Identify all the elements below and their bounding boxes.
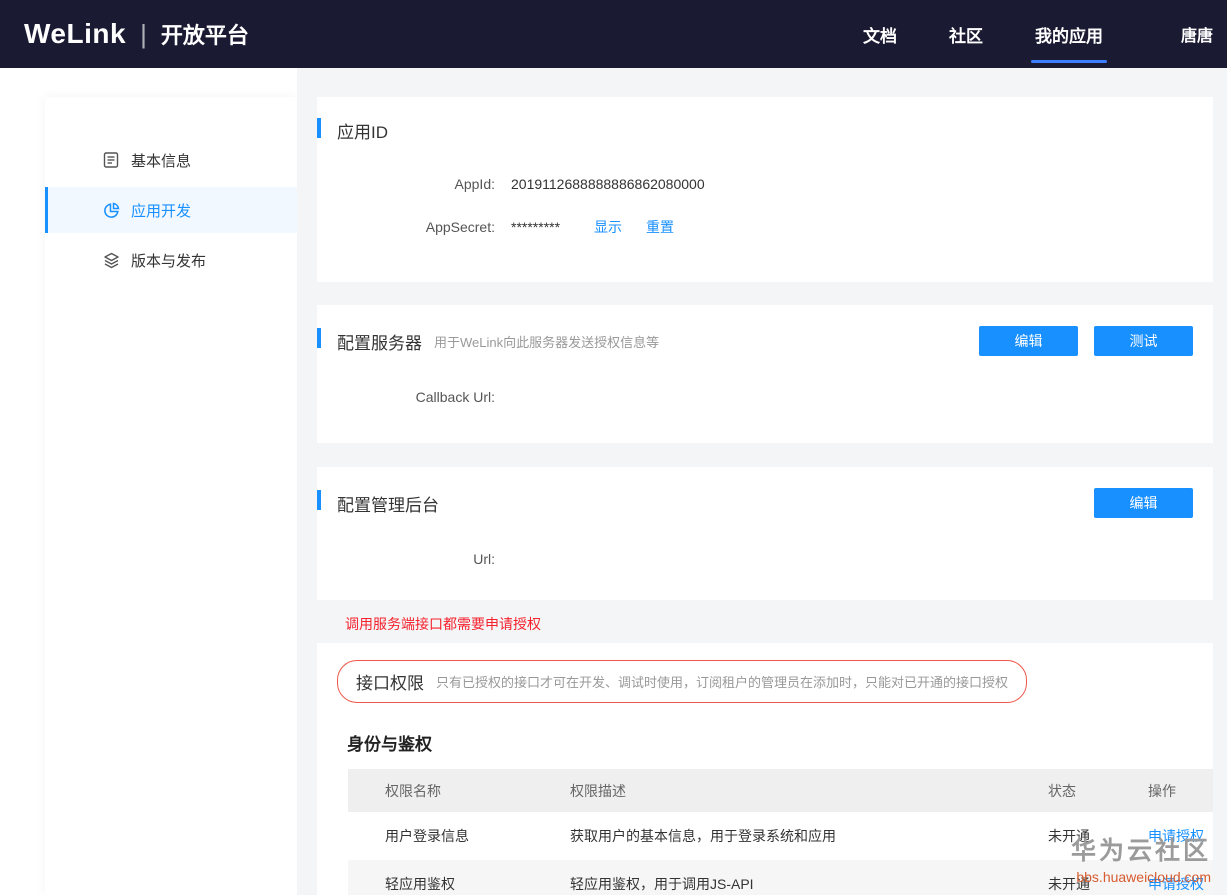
- document-icon: [101, 150, 121, 170]
- section-accent-bar: [317, 118, 321, 138]
- logo-divider: |: [140, 18, 147, 49]
- platform-title: 开放平台: [160, 23, 249, 48]
- identity-auth-section-title: 身份与鉴权: [347, 735, 432, 754]
- nav-link-my-apps[interactable]: 我的应用: [1030, 16, 1107, 63]
- page-body: 基本信息 应用开发 版本与发布 应用ID AppId: 201911268888…: [0, 68, 1227, 895]
- api-permissions-card: 接口权限 只有已授权的接口才可在开发、调试时使用，订阅租户的管理员在添加时，只能…: [317, 643, 1213, 895]
- pie-chart-icon: [101, 200, 121, 220]
- show-secret-link[interactable]: 显示: [594, 217, 622, 237]
- permission-desc: 获取用户的基本信息，用于登录系统和应用: [570, 828, 836, 844]
- sidebar-item-label: 应用开发: [131, 202, 192, 220]
- app-id-card-title: 应用ID: [337, 123, 388, 142]
- col-header-status: 状态: [1011, 769, 1111, 812]
- appsecret-label: AppSecret:: [425, 219, 495, 235]
- admin-config-card: 配置管理后台 编辑 Url:: [317, 467, 1213, 600]
- col-header-permission-name: 权限名称: [348, 769, 533, 812]
- edit-server-button[interactable]: 编辑: [979, 326, 1078, 356]
- nav-link-community[interactable]: 社区: [947, 16, 985, 53]
- col-header-permission-desc: 权限描述: [533, 769, 1011, 812]
- permissions-table: 权限名称 权限描述 状态 操作 用户登录信息 获取用户的基本信息，用于登录系统和…: [348, 769, 1213, 895]
- permission-status: 未开通: [1048, 828, 1090, 844]
- app-id-card: 应用ID AppId: 2019112688888886862080000 Ap…: [317, 97, 1213, 282]
- table-row: 用户登录信息 获取用户的基本信息，用于登录系统和应用 未开通 申请授权: [348, 812, 1213, 860]
- callback-url-label: Callback Url:: [415, 389, 495, 405]
- edit-admin-button[interactable]: 编辑: [1094, 488, 1193, 518]
- main-content: 应用ID AppId: 2019112688888886862080000 Ap…: [297, 68, 1227, 895]
- admin-card-title: 配置管理后台: [337, 495, 439, 515]
- admin-url-row: Url:: [337, 551, 1193, 567]
- server-card-subtitle: 用于WeLink向此服务器发送授权信息等: [434, 334, 660, 350]
- permissions-subtitle: 只有已授权的接口才可在开发、调试时使用，订阅租户的管理员在添加时，只能对已开通的…: [436, 675, 1009, 690]
- server-config-card: 配置服务器 用于WeLink向此服务器发送授权信息等 编辑 测试 Callbac…: [317, 305, 1213, 443]
- layers-icon: [101, 250, 121, 270]
- welink-logo: WeLink: [24, 18, 127, 49]
- sidebar-item-app-dev[interactable]: 应用开发: [45, 187, 297, 233]
- sidebar-item-label: 基本信息: [131, 152, 192, 170]
- col-header-action: 操作: [1111, 769, 1213, 812]
- permission-name: 轻应用鉴权: [348, 860, 533, 895]
- apply-authorization-link[interactable]: 申请授权: [1148, 828, 1204, 844]
- brand-area: WeLink | 开放平台: [24, 18, 249, 50]
- permissions-title: 接口权限: [356, 674, 424, 693]
- permission-name: 用户登录信息: [385, 828, 469, 844]
- reset-secret-link[interactable]: 重置: [646, 217, 674, 237]
- permission-status: 未开通: [1011, 860, 1111, 895]
- table-header-row: 权限名称 权限描述 状态 操作: [348, 769, 1213, 812]
- appid-label: AppId:: [454, 176, 495, 192]
- appsecret-value: *********: [511, 219, 561, 235]
- admin-url-label: Url:: [473, 551, 495, 567]
- table-row: 轻应用鉴权 轻应用鉴权，用于调用JS-API 未开通 申请授权: [348, 860, 1213, 895]
- permission-desc: 轻应用鉴权，用于调用JS-API: [533, 860, 1011, 895]
- appid-value: 2019112688888886862080000: [511, 176, 705, 192]
- server-card-title: 配置服务器: [337, 333, 422, 353]
- api-permissions-header: 接口权限 只有已授权的接口才可在开发、调试时使用，订阅租户的管理员在添加时，只能…: [337, 660, 1028, 703]
- user-name[interactable]: 唐唐: [1181, 22, 1213, 46]
- top-nav-links: 文档 社区 我的应用 唐唐: [813, 16, 1213, 63]
- nav-link-docs[interactable]: 文档: [861, 16, 899, 53]
- appid-row: AppId: 2019112688888886862080000: [337, 176, 1193, 192]
- section-accent-bar: [317, 328, 321, 348]
- sidebar-item-label: 版本与发布: [131, 252, 207, 270]
- appsecret-row: AppSecret: ********* 显示 重置: [337, 217, 1193, 237]
- authorization-notice: 调用服务端接口都需要申请授权: [345, 616, 541, 632]
- top-navbar: WeLink | 开放平台 文档 社区 我的应用 唐唐: [0, 0, 1227, 68]
- callback-url-row: Callback Url:: [337, 389, 1193, 405]
- test-server-button[interactable]: 测试: [1094, 326, 1193, 356]
- apply-authorization-link[interactable]: 申请授权: [1148, 876, 1204, 892]
- sidebar: 基本信息 应用开发 版本与发布: [45, 97, 297, 895]
- section-accent-bar: [317, 490, 321, 510]
- sidebar-item-basic-info[interactable]: 基本信息: [45, 137, 297, 183]
- sidebar-item-version-release[interactable]: 版本与发布: [45, 237, 297, 283]
